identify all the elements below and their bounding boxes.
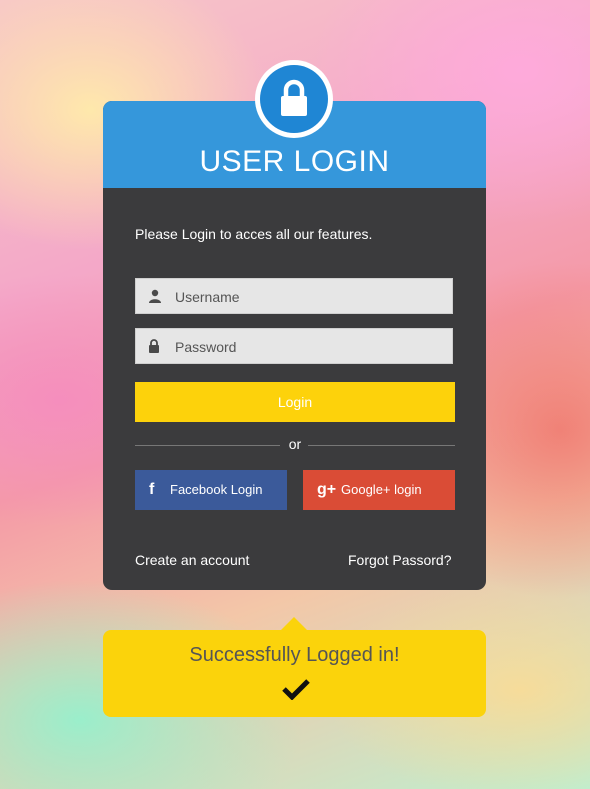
login-button[interactable]: Login (135, 382, 455, 422)
success-message: Successfully Logged in! (189, 644, 400, 666)
lock-badge (255, 60, 333, 138)
divider-right (308, 445, 455, 446)
lock-small-icon (148, 339, 160, 358)
password-input[interactable] (173, 329, 447, 365)
notice-arrow (281, 617, 307, 630)
username-field[interactable] (135, 278, 453, 315)
login-card: USER LOGIN Please Login to acces all our… (103, 101, 486, 590)
username-input[interactable] (173, 279, 447, 315)
password-field[interactable] (135, 328, 453, 365)
or-label: or (288, 436, 302, 452)
divider-left (135, 445, 280, 446)
intro-text: Please Login to acces all our features. (135, 226, 373, 242)
user-icon (148, 289, 162, 308)
success-notice: Successfully Logged in! (103, 630, 486, 717)
facebook-icon: f (149, 481, 155, 498)
facebook-login-label: Facebook Login (170, 482, 263, 497)
google-plus-icon: g+ (317, 481, 337, 498)
forgot-password-link[interactable]: Forgot Passord? (348, 552, 452, 568)
checkmark-icon (282, 678, 310, 705)
google-login-label: Google+ login (341, 482, 422, 497)
lock-icon (260, 65, 328, 133)
create-account-link[interactable]: Create an account (135, 552, 249, 568)
google-login-button[interactable]: g+ Google+ login (303, 470, 455, 510)
facebook-login-button[interactable]: f Facebook Login (135, 470, 287, 510)
page-title: USER LOGIN (199, 145, 390, 178)
